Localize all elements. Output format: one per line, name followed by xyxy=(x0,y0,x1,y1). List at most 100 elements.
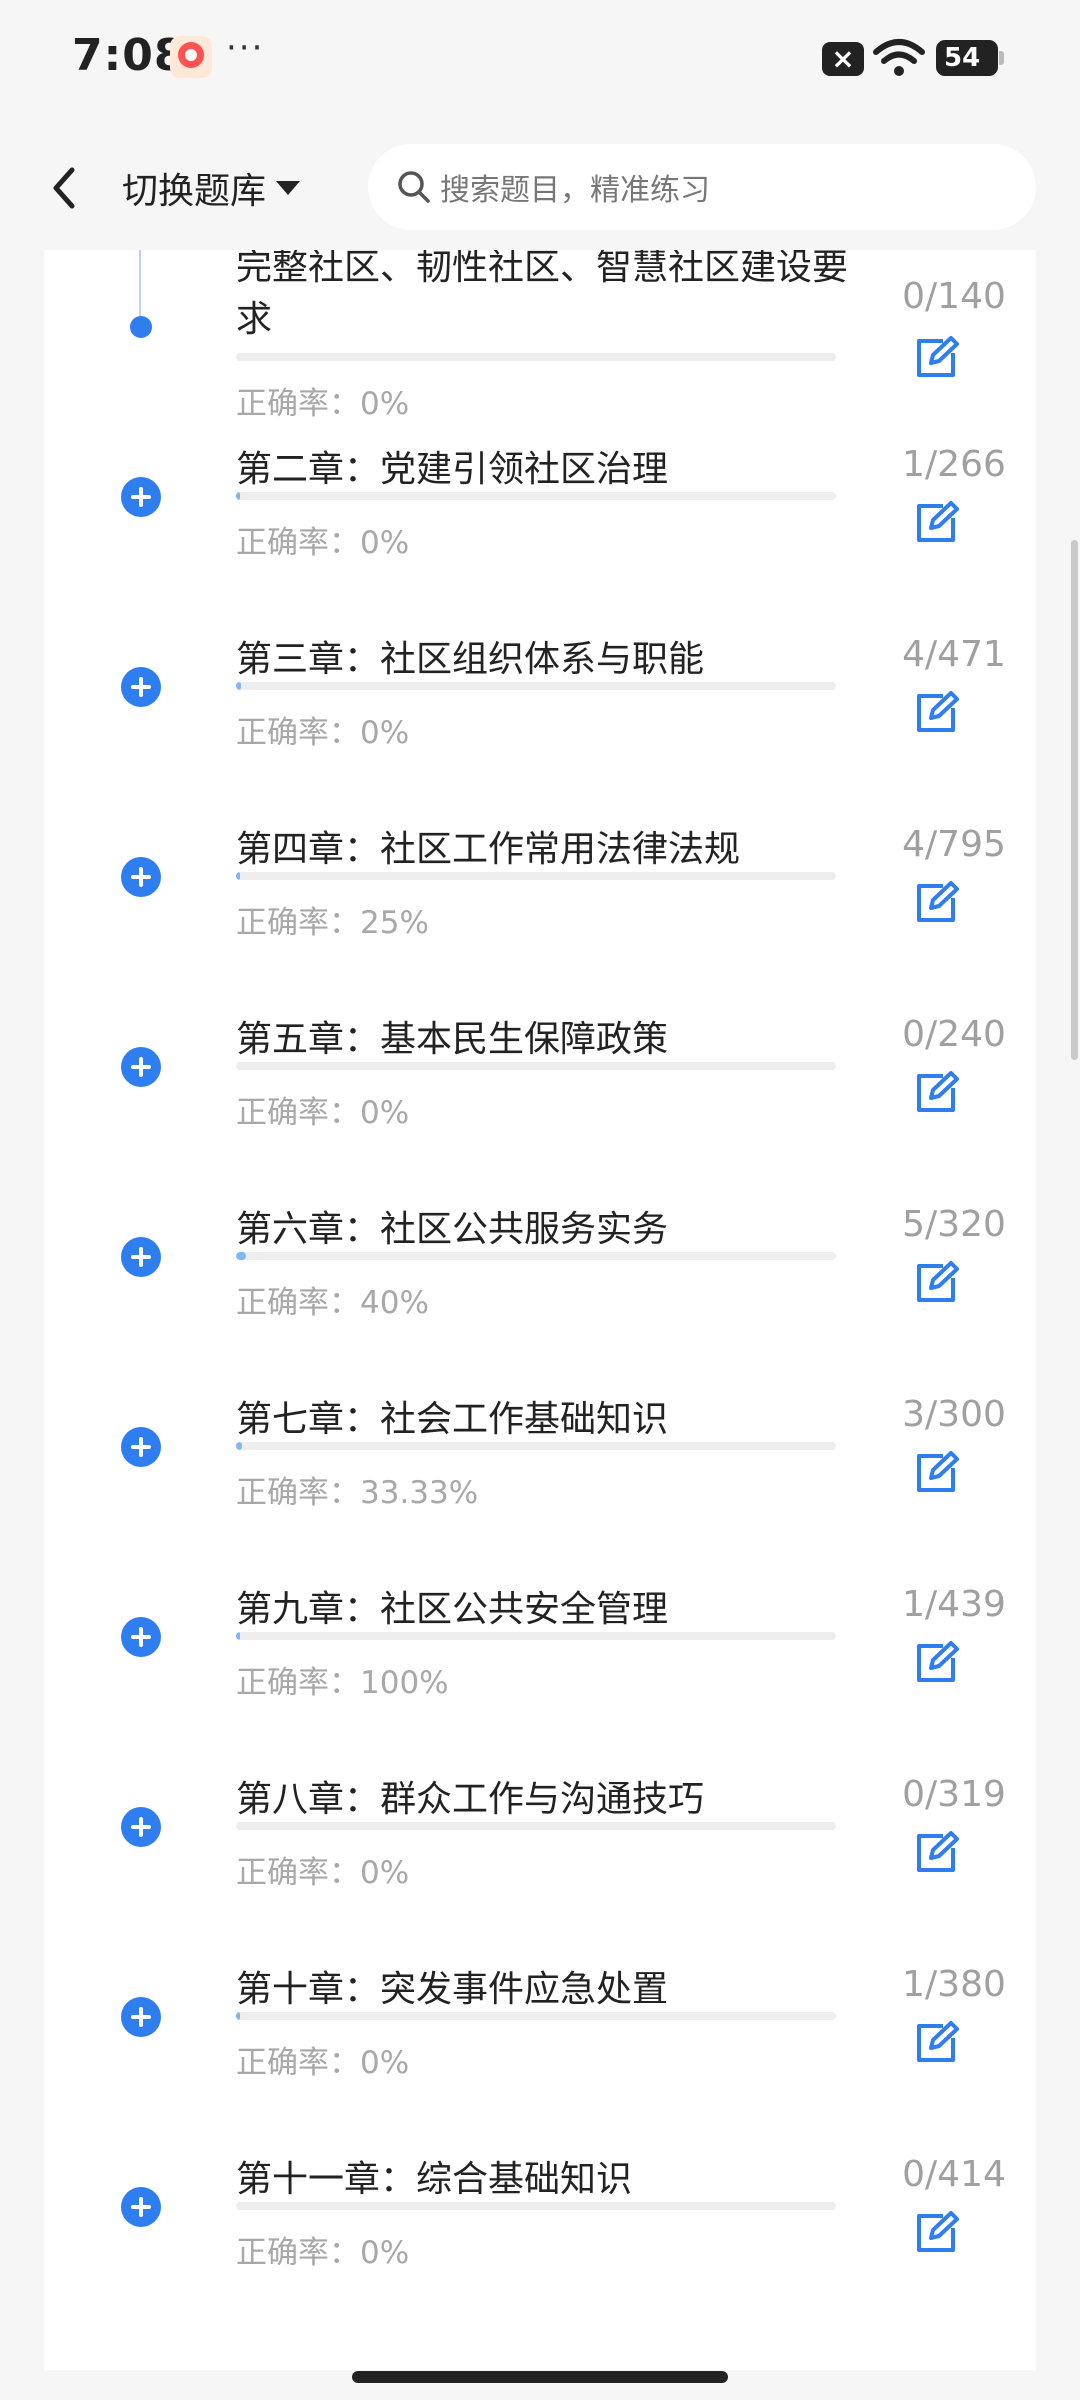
switch-question-bank-button[interactable]: 切换题库 xyxy=(122,158,301,218)
caret-down-icon xyxy=(276,181,301,195)
expand-plus-icon[interactable] xyxy=(121,1427,161,1467)
expand-plus-icon[interactable] xyxy=(121,1237,161,1277)
question-count: 1/266 xyxy=(902,444,1006,485)
question-count: 0/319 xyxy=(902,1774,1006,1815)
list-item[interactable]: 第五章：基本民生保障政策 正确率：0% 0/240 xyxy=(44,1010,1036,1200)
chapter-title: 第九章：社区公共安全管理 xyxy=(236,1589,669,1630)
progress-fill xyxy=(236,1442,242,1450)
status-time: 7:08 xyxy=(72,30,186,81)
accuracy-text: 正确率：0% xyxy=(236,1855,410,1891)
expand-plus-icon[interactable] xyxy=(121,1047,161,1087)
accuracy-text: 正确率：0% xyxy=(236,525,410,561)
home-indicator[interactable] xyxy=(352,2371,728,2383)
question-count: 0/140 xyxy=(902,276,1006,317)
question-count: 0/414 xyxy=(902,2154,1006,2195)
switch-question-bank-label: 切换题库 xyxy=(122,171,267,212)
status-bar: 7:08 ··· × 54 xyxy=(0,0,1080,120)
list-item[interactable]: 第六章：社区公共服务实务正确率：40% 5/320 xyxy=(44,1200,1036,1390)
edit-icon[interactable] xyxy=(913,1260,959,1306)
accuracy-text: 正确率：33.33% xyxy=(236,1475,479,1511)
progress-fill xyxy=(236,872,240,880)
expand-plus-icon[interactable] xyxy=(121,667,161,707)
chapter-title: 第十一章：综合基础知识 xyxy=(236,2159,633,2200)
progress-bar xyxy=(236,1632,836,1640)
edit-icon[interactable] xyxy=(913,335,959,381)
progress-fill xyxy=(236,1632,240,1640)
question-count: 4/795 xyxy=(902,824,1006,865)
progress-bar xyxy=(236,2012,836,2020)
accuracy-text: 正确率：40% xyxy=(236,1285,429,1321)
timeline-dot-icon xyxy=(130,316,152,338)
edit-icon[interactable] xyxy=(913,1070,959,1116)
progress-bar xyxy=(236,1252,836,1260)
expand-plus-icon[interactable] xyxy=(121,477,161,517)
edit-icon[interactable] xyxy=(913,1450,959,1496)
chapter-title: 第三章：社区组织体系与职能 xyxy=(236,639,705,680)
list-item[interactable]: 第七章：社会工作基础知识正确率：33.33% 3/300 xyxy=(44,1390,1036,1580)
list-item[interactable]: 第四章：社区工作常用法律法规正确率：25% 4/795 xyxy=(44,820,1036,1010)
chapter-title: 完整社区、韧性社区、智慧社区建设要求 xyxy=(236,247,849,340)
progress-fill xyxy=(236,492,240,500)
header-bar: 切换题库 搜索题目，精准练习 xyxy=(0,120,1080,250)
progress-bar xyxy=(236,2202,836,2210)
scrollbar[interactable] xyxy=(1071,540,1078,1060)
chapter-title: 第八章：群众工作与沟通技巧 xyxy=(236,1779,705,1820)
edit-icon[interactable] xyxy=(913,1830,959,1876)
question-count: 3/300 xyxy=(902,1394,1006,1435)
chapter-title: 第二章：党建引领社区治理 xyxy=(236,449,669,490)
question-count: 5/320 xyxy=(902,1204,1006,1245)
question-count: 1/380 xyxy=(902,1964,1006,2005)
list-item[interactable]: 第三章：社区组织体系与职能正确率：0% 4/471 xyxy=(44,630,1036,820)
edit-icon[interactable] xyxy=(913,500,959,546)
search-input[interactable]: 搜索题目，精准练习 xyxy=(368,144,1036,230)
question-count: 0/240 xyxy=(902,1014,1006,1055)
expand-plus-icon[interactable] xyxy=(121,1807,161,1847)
progress-bar xyxy=(236,1062,836,1070)
accuracy-text: 正确率：0% xyxy=(236,386,410,422)
list-item-first[interactable]: 完整社区、韧性社区、智慧社区建设要求 正确率：0% 0/140 xyxy=(44,247,1036,440)
edit-icon[interactable] xyxy=(913,1640,959,1686)
battery-icon: 54 xyxy=(936,40,1004,76)
progress-bar xyxy=(236,1822,836,1830)
search-placeholder: 搜索题目，精准练习 xyxy=(440,173,710,208)
chapter-title: 第十章：突发事件应急处置 xyxy=(236,1969,669,2010)
chapter-title: 第七章：社会工作基础知识 xyxy=(236,1399,669,1440)
accuracy-text: 正确率：0% xyxy=(236,2235,410,2271)
list-item[interactable]: 第九章：社区公共安全管理正确率：100% 1/439 xyxy=(44,1580,1036,1770)
progress-bar xyxy=(236,1442,836,1450)
accuracy-text: 正确率：0% xyxy=(236,1095,410,1131)
accuracy-text: 正确率：100% xyxy=(236,1665,449,1701)
progress-bar xyxy=(236,492,836,500)
wifi-icon xyxy=(873,39,925,76)
chapter-title: 第四章：社区工作常用法律法规 xyxy=(236,829,741,870)
chapter-list-card: 完整社区、韧性社区、智慧社区建设要求 正确率：0% 0/140 第二章：党建引领… xyxy=(44,247,1036,2370)
notification-app-icon xyxy=(170,36,212,78)
list-item[interactable]: 第二章：党建引领社区治理正确率：0% 1/266 xyxy=(44,440,1036,630)
accuracy-text: 正确率：0% xyxy=(236,715,410,751)
list-item[interactable]: 第八章：群众工作与沟通技巧正确率：0% 0/319 xyxy=(44,1770,1036,1960)
edit-icon[interactable] xyxy=(913,880,959,926)
question-count: 4/471 xyxy=(902,634,1006,675)
edit-icon[interactable] xyxy=(913,2020,959,2066)
list-item[interactable]: 第十章：突发事件应急处置正确率：0% 1/380 xyxy=(44,1960,1036,2150)
progress-bar xyxy=(236,682,836,690)
more-notifications-icon: ··· xyxy=(226,28,265,68)
expand-plus-icon[interactable] xyxy=(121,1617,161,1657)
progress-fill xyxy=(236,682,241,690)
expand-plus-icon[interactable] xyxy=(121,857,161,897)
chapter-title: 第六章：社区公共服务实务 xyxy=(236,1209,669,1250)
edit-icon[interactable] xyxy=(913,690,959,736)
list-item[interactable]: 第十一章：综合基础知识正确率：0% 0/414 xyxy=(44,2150,1036,2340)
edit-icon[interactable] xyxy=(913,2210,959,2256)
accuracy-text: 正确率：25% xyxy=(236,905,429,941)
progress-bar xyxy=(236,353,836,361)
progress-fill xyxy=(236,1252,246,1260)
expand-plus-icon[interactable] xyxy=(121,2187,161,2227)
search-icon xyxy=(398,171,430,203)
no-sim-icon: × xyxy=(822,42,864,76)
accuracy-text: 正确率：0% xyxy=(236,2045,410,2081)
chevron-left-icon[interactable] xyxy=(40,158,90,218)
progress-bar xyxy=(236,872,836,880)
question-count: 1/439 xyxy=(902,1584,1006,1625)
expand-plus-icon[interactable] xyxy=(121,1997,161,2037)
